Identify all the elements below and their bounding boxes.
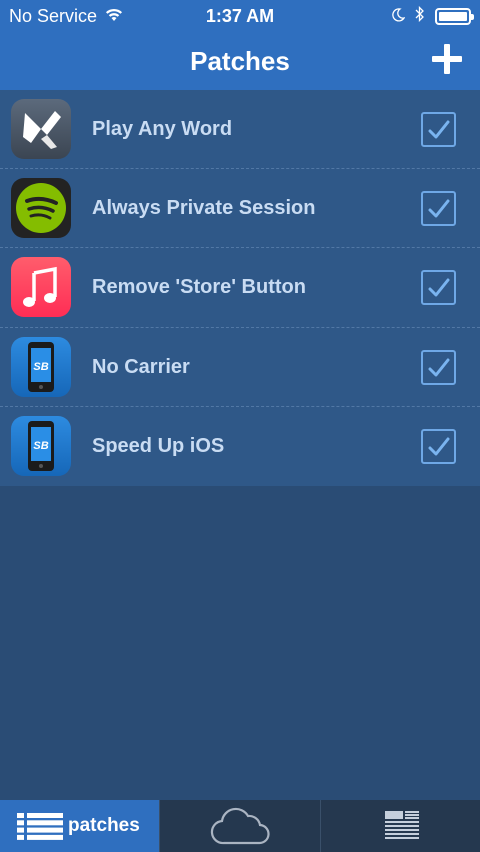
patch-checkbox[interactable] xyxy=(421,112,456,147)
add-patch-button[interactable] xyxy=(432,44,462,74)
word-game-icon xyxy=(11,99,71,159)
music-icon xyxy=(11,257,71,318)
tab-patches-label: patches xyxy=(68,815,140,836)
checkmark-icon xyxy=(428,199,450,218)
patch-row[interactable]: SB No Carrier xyxy=(0,328,480,407)
moon-icon xyxy=(391,6,406,27)
patch-row[interactable]: Remove 'Store' Button xyxy=(0,248,480,328)
patch-row[interactable]: Play Any Word xyxy=(0,90,480,170)
page-title: Patches xyxy=(190,46,290,76)
patch-list: Play Any Word Always Private Session Rem… xyxy=(0,90,480,486)
list-icon xyxy=(17,813,63,845)
patch-row[interactable]: SB Speed Up iOS xyxy=(0,407,480,486)
bluetooth-icon xyxy=(415,5,425,27)
checkmark-icon xyxy=(428,278,450,297)
patch-checkbox[interactable] xyxy=(421,191,456,227)
checkmark-icon xyxy=(428,437,450,456)
patch-checkbox[interactable] xyxy=(421,428,456,464)
status-bar: No Service 1:37 AM xyxy=(0,0,480,32)
status-right xyxy=(391,5,474,27)
battery-icon xyxy=(435,8,474,25)
tab-info[interactable] xyxy=(321,800,480,852)
navigation-bar: Patches xyxy=(0,32,480,90)
top-bar: No Service 1:37 AM Patches xyxy=(0,0,480,90)
checkmark-icon xyxy=(428,358,450,377)
patch-label: Play Any Word xyxy=(92,118,233,140)
patch-label: Speed Up iOS xyxy=(92,434,225,457)
patch-label: Remove 'Store' Button xyxy=(92,276,306,299)
checkmark-icon xyxy=(428,120,450,139)
svg-text:SB: SB xyxy=(33,361,48,373)
spotify-icon xyxy=(11,178,71,239)
springboard-icon: SB xyxy=(11,415,71,476)
tab-patches[interactable]: patches xyxy=(0,800,161,852)
patch-checkbox[interactable] xyxy=(421,349,456,385)
tab-cloud[interactable] xyxy=(160,800,321,852)
tab-bar: patches xyxy=(0,800,480,852)
patch-label: Always Private Session xyxy=(92,197,316,220)
springboard-icon: SB xyxy=(11,336,71,397)
patch-label: No Carrier xyxy=(92,355,190,378)
svg-text:SB: SB xyxy=(33,440,48,452)
cloud-icon xyxy=(210,807,272,852)
document-icon xyxy=(384,811,419,846)
patch-checkbox[interactable] xyxy=(421,270,456,306)
patch-row[interactable]: Always Private Session xyxy=(0,169,480,249)
